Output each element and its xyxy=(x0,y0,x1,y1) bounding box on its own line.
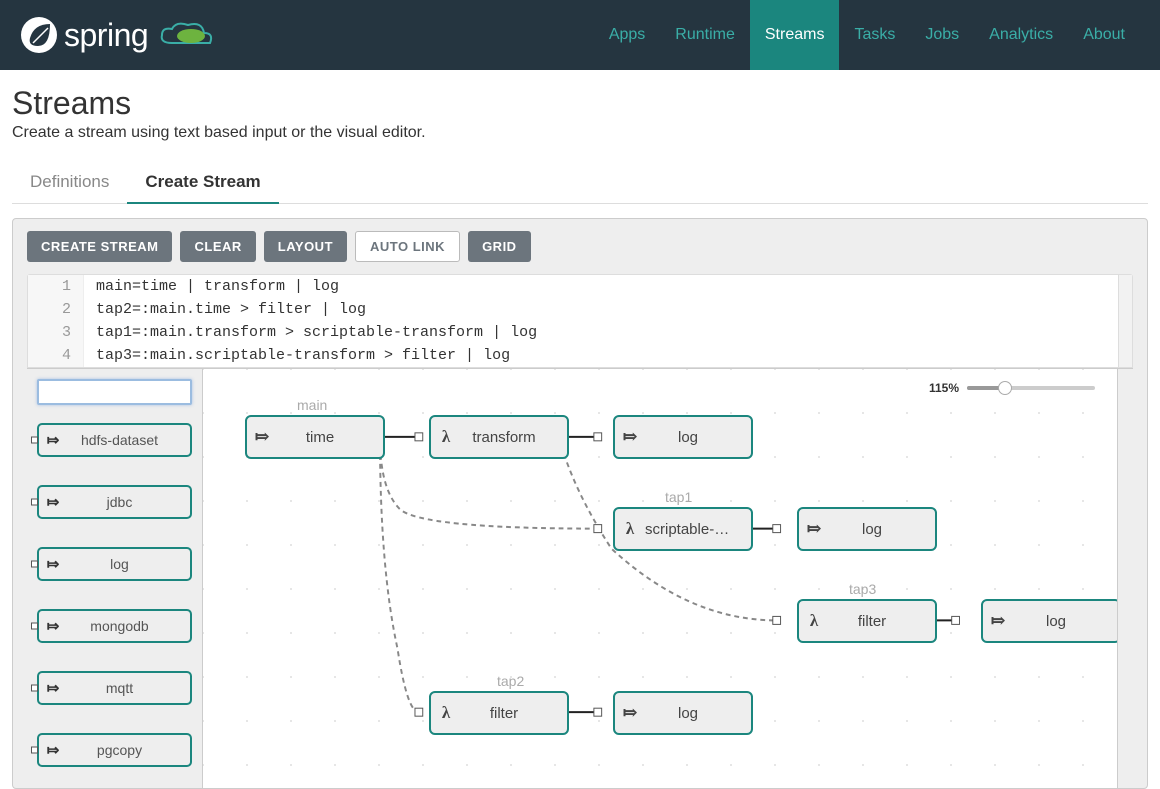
tab-definitions[interactable]: Definitions xyxy=(12,164,127,204)
port-icon xyxy=(31,747,38,754)
zoom-level: 115% xyxy=(929,381,959,395)
port-icon xyxy=(31,623,38,630)
palette-item-jdbc[interactable]: ⤇ jdbc xyxy=(37,485,192,519)
node-scriptable-transform[interactable]: λ scriptable-tra… xyxy=(613,507,753,551)
node-time[interactable]: ⤇ time xyxy=(245,415,385,459)
arrow-icon: ⤇ xyxy=(39,741,67,759)
code-scrollbar[interactable] xyxy=(1118,275,1132,367)
port-icon xyxy=(31,685,38,692)
brand-text: spring xyxy=(64,17,148,54)
gutter-4: 4 xyxy=(28,344,84,367)
create-stream-button[interactable]: CREATE STREAM xyxy=(27,231,172,262)
lambda-icon: λ xyxy=(431,703,461,723)
lambda-icon: λ xyxy=(615,519,645,539)
nav-about[interactable]: About xyxy=(1068,0,1140,70)
nav-tasks[interactable]: Tasks xyxy=(839,0,910,70)
palette-search-input[interactable] xyxy=(37,379,192,405)
grid-button[interactable]: GRID xyxy=(468,231,531,262)
arrow-icon: ⤇ xyxy=(799,519,829,539)
nav-runtime[interactable]: Runtime xyxy=(660,0,750,70)
canvas[interactable]: 115% xyxy=(203,369,1117,788)
port-icon xyxy=(31,561,38,568)
navbar: spring Apps Runtime Streams Tasks Jobs A… xyxy=(0,0,1160,70)
stream-label-tap1: tap1 xyxy=(665,489,692,505)
lambda-icon: λ xyxy=(431,427,461,447)
arrow-icon: ⤇ xyxy=(39,617,67,635)
page-subtitle: Create a stream using text based input o… xyxy=(12,124,1148,142)
arrow-icon: ⤇ xyxy=(39,679,67,697)
palette-item-mqtt[interactable]: ⤇ mqtt xyxy=(37,671,192,705)
code-line-4: tap3=:main.scriptable-transform > filter… xyxy=(84,344,510,367)
cloud-icon xyxy=(156,19,216,51)
stream-label-tap3: tap3 xyxy=(849,581,876,597)
canvas-scrollbar[interactable] xyxy=(1117,369,1133,788)
palette-item-mongodb[interactable]: ⤇ mongodb xyxy=(37,609,192,643)
arrow-icon: ⤇ xyxy=(615,427,645,447)
autolink-button[interactable]: AUTO LINK xyxy=(355,231,460,262)
arrow-icon: ⤇ xyxy=(39,555,67,573)
lambda-icon: λ xyxy=(799,611,829,631)
node-filter-tap2[interactable]: λ filter xyxy=(429,691,569,735)
zoom-widget: 115% xyxy=(929,381,1095,395)
arrow-icon: ⤇ xyxy=(615,703,645,723)
tabs: Definitions Create Stream xyxy=(12,164,1148,204)
layout-button[interactable]: LAYOUT xyxy=(264,231,347,262)
nav-jobs[interactable]: Jobs xyxy=(910,0,974,70)
nav-links: Apps Runtime Streams Tasks Jobs Analytic… xyxy=(594,0,1140,70)
palette: ⤇ hdfs-dataset ⤇ jdbc ⤇ log ⤇ mongodb xyxy=(27,369,203,788)
node-log-main[interactable]: ⤇ log xyxy=(613,415,753,459)
nav-apps[interactable]: Apps xyxy=(594,0,660,70)
tab-create-stream[interactable]: Create Stream xyxy=(127,164,278,204)
gutter-3: 3 xyxy=(28,321,84,344)
code-line-2: tap2=:main.time > filter | log xyxy=(84,298,366,321)
node-log-tap2[interactable]: ⤇ log xyxy=(613,691,753,735)
gutter-2: 2 xyxy=(28,298,84,321)
port-icon xyxy=(31,437,38,444)
nav-analytics[interactable]: Analytics xyxy=(974,0,1068,70)
palette-item-hdfs-dataset[interactable]: ⤇ hdfs-dataset xyxy=(37,423,192,457)
nav-streams[interactable]: Streams xyxy=(750,0,840,70)
toolbar: CREATE STREAM CLEAR LAYOUT AUTO LINK GRI… xyxy=(13,219,1147,274)
code-line-3: tap1=:main.transform > scriptable-transf… xyxy=(84,321,537,344)
zoom-slider[interactable] xyxy=(967,386,1095,390)
brand-logo: spring xyxy=(20,16,216,54)
editor-shell: CREATE STREAM CLEAR LAYOUT AUTO LINK GRI… xyxy=(12,218,1148,789)
arrow-icon: ⤇ xyxy=(983,611,1013,631)
stream-label-tap2: tap2 xyxy=(497,673,524,689)
node-transform[interactable]: λ transform xyxy=(429,415,569,459)
slider-thumb[interactable] xyxy=(998,381,1012,395)
node-filter-tap3[interactable]: λ filter xyxy=(797,599,937,643)
page-title: Streams xyxy=(12,85,1148,122)
palette-item-log[interactable]: ⤇ log xyxy=(37,547,192,581)
node-log-tap1[interactable]: ⤇ log xyxy=(797,507,937,551)
gutter-1: 1 xyxy=(28,275,84,298)
arrow-icon: ⤇ xyxy=(39,431,67,449)
arrow-icon: ⤇ xyxy=(247,427,277,447)
stream-label-main: main xyxy=(297,397,327,413)
node-log-tap3[interactable]: ⤇ log xyxy=(981,599,1117,643)
code-line-1: main=time | transform | log xyxy=(84,275,339,298)
clear-button[interactable]: CLEAR xyxy=(180,231,255,262)
flow-area: ⤇ hdfs-dataset ⤇ jdbc ⤇ log ⤇ mongodb xyxy=(27,368,1133,788)
palette-item-pgcopy[interactable]: ⤇ pgcopy xyxy=(37,733,192,767)
port-icon xyxy=(31,499,38,506)
arrow-icon: ⤇ xyxy=(39,493,67,511)
code-editor[interactable]: 1main=time | transform | log 2tap2=:main… xyxy=(27,274,1133,368)
spring-leaf-icon xyxy=(20,16,58,54)
